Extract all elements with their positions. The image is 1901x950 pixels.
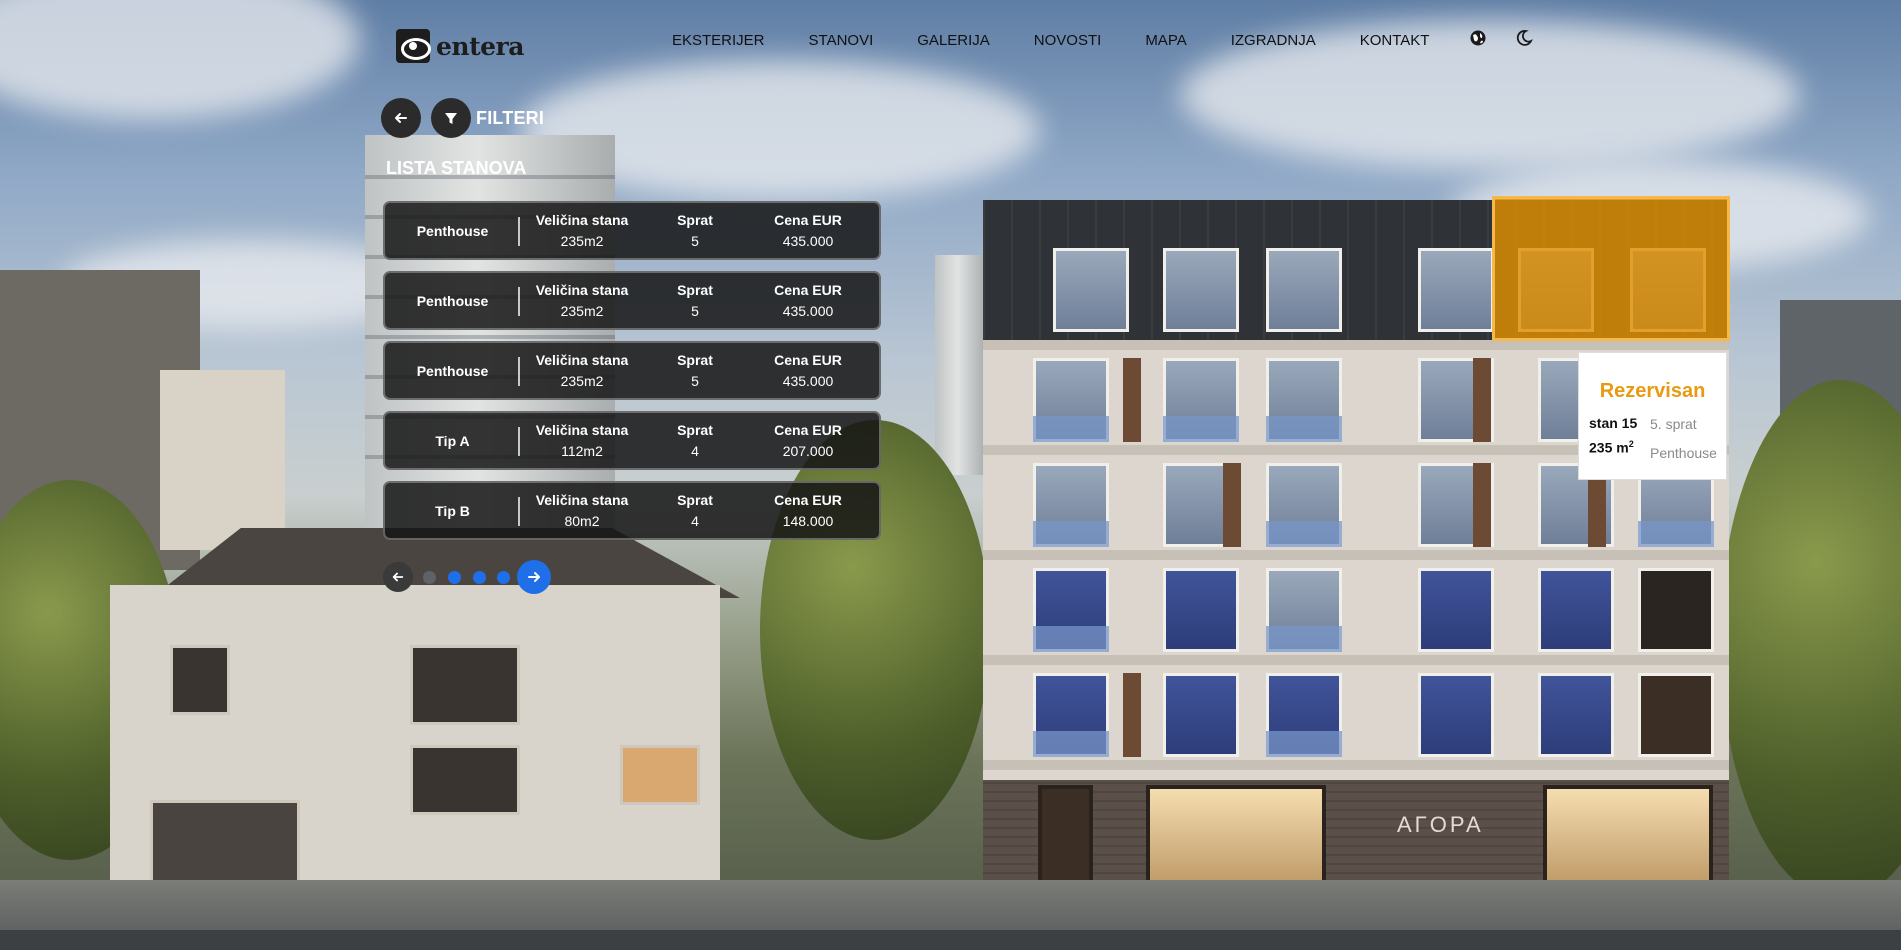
size-label: Veličina stana xyxy=(535,282,629,298)
divider xyxy=(518,427,520,456)
size-label: Veličina stana xyxy=(535,422,629,438)
size-value: 235m2 xyxy=(560,303,604,319)
floor-value: 5 xyxy=(691,233,699,249)
floor-label: Sprat xyxy=(677,492,713,508)
price-value: 148.000 xyxy=(782,513,834,529)
next-page-button[interactable] xyxy=(517,560,551,594)
page-dot[interactable] xyxy=(473,571,486,584)
price-value: 207.000 xyxy=(782,443,834,459)
unit-number: stan 15 xyxy=(1589,415,1638,431)
apartment-list: Penthouse Veličina stana 235m2 Sprat 5 Cen… xyxy=(383,201,881,551)
globe-icon[interactable] xyxy=(1469,29,1487,47)
price-label: Cena EUR xyxy=(774,422,842,438)
size-value: 112m2 xyxy=(561,443,603,459)
price-value: 435.000 xyxy=(782,303,834,319)
divider xyxy=(518,357,520,386)
arrow-left-icon xyxy=(392,572,404,582)
back-button[interactable] xyxy=(381,98,421,138)
floor-label: Sprat xyxy=(677,212,713,228)
unit-size: 235 m2 xyxy=(1589,439,1634,456)
arrow-right-icon xyxy=(528,572,540,582)
unit-info-card: Rezervisan stan 15 235 m2 5. sprat Penth… xyxy=(1578,352,1727,480)
brand-name: entera xyxy=(436,31,524,61)
list-item[interactable]: Penthouse Veličina stana 235m2 Sprat 5 Cen… xyxy=(383,201,881,260)
floor-value: 4 xyxy=(691,513,699,529)
divider xyxy=(518,497,520,526)
road xyxy=(0,930,1901,950)
main-nav: EKSTERIJER STANOVI GALERIJA NOVOSTI MAPA… xyxy=(672,32,1429,49)
background-building xyxy=(160,370,285,550)
list-title: LISTA STANOVA xyxy=(386,158,527,178)
apartment-type: Penthouse xyxy=(416,222,489,239)
size-value: 235m2 xyxy=(560,233,604,249)
apartment-type: Tip B xyxy=(435,502,470,519)
list-item[interactable]: Penthouse Veličina stana 235m2 Sprat 5 Cen… xyxy=(383,271,881,330)
size-value: 235m2 xyxy=(560,373,604,389)
nav-item-eksterijer[interactable]: EKSTERIJER xyxy=(672,32,765,49)
price-label: Cena EUR xyxy=(774,352,842,368)
nav-item-stanovi[interactable]: STANOVI xyxy=(809,32,874,49)
nav-item-novosti[interactable]: NOVOSTI xyxy=(1034,32,1102,49)
nav-item-galerija[interactable]: GALERIJA xyxy=(917,32,990,49)
floor-value: 5 xyxy=(691,303,699,319)
floor-label: Sprat xyxy=(677,422,713,438)
background-tower xyxy=(935,255,985,475)
price-value: 435.000 xyxy=(782,373,834,389)
apartment-type: Tip A xyxy=(435,432,470,449)
filter-button[interactable] xyxy=(431,98,471,138)
floor-label: Sprat xyxy=(677,352,713,368)
unit-floor: 5. sprat xyxy=(1650,416,1697,432)
floor-label: Sprat xyxy=(677,282,713,298)
price-value: 435.000 xyxy=(782,233,834,249)
apartment-type: Penthouse xyxy=(416,362,489,379)
unit-highlight-overlay[interactable] xyxy=(1492,196,1730,341)
funnel-icon xyxy=(445,113,457,124)
arrow-left-icon xyxy=(395,113,407,123)
prev-page-button[interactable] xyxy=(383,562,413,592)
nav-item-izgradnja[interactable]: IZGRADNJA xyxy=(1231,32,1316,49)
price-label: Cena EUR xyxy=(774,492,842,508)
page-dot[interactable] xyxy=(423,571,436,584)
eye-logo-icon xyxy=(396,29,431,63)
nav-item-kontakt[interactable]: KONTAKT xyxy=(1360,32,1430,49)
page-dot[interactable] xyxy=(497,571,510,584)
nav-item-mapa[interactable]: MAPA xyxy=(1145,32,1186,49)
size-label: Veličina stana xyxy=(535,492,629,508)
filter-label[interactable]: FILTERI xyxy=(476,108,544,129)
size-value: 80m2 xyxy=(564,513,600,529)
floor-value: 4 xyxy=(691,443,699,459)
unit-type: Penthouse xyxy=(1650,445,1717,461)
list-item[interactable]: Tip A Veličina stana 112m2 Sprat 4 Cena EU… xyxy=(383,411,881,470)
list-item[interactable]: Tip B Veličina stana 80m2 Sprat 4 Cena EUR… xyxy=(383,481,881,540)
list-item[interactable]: Penthouse Veličina stana 235m2 Sprat 5 Cen… xyxy=(383,341,881,400)
building-sign: AΓOPA xyxy=(1397,812,1484,837)
divider xyxy=(518,217,520,246)
moon-icon[interactable] xyxy=(1515,29,1534,47)
page-dot[interactable] xyxy=(448,571,461,584)
list-pagination xyxy=(383,560,553,594)
floor-value: 5 xyxy=(691,373,699,389)
house xyxy=(110,585,720,885)
divider xyxy=(518,287,520,316)
price-label: Cena EUR xyxy=(774,212,842,228)
size-label: Veličina stana xyxy=(535,212,629,228)
brand-logo[interactable]: entera xyxy=(396,29,524,63)
status-badge: Rezervisan xyxy=(1599,380,1706,402)
apartment-type: Penthouse xyxy=(416,292,489,309)
price-label: Cena EUR xyxy=(774,282,842,298)
size-label: Veličina stana xyxy=(535,352,629,368)
